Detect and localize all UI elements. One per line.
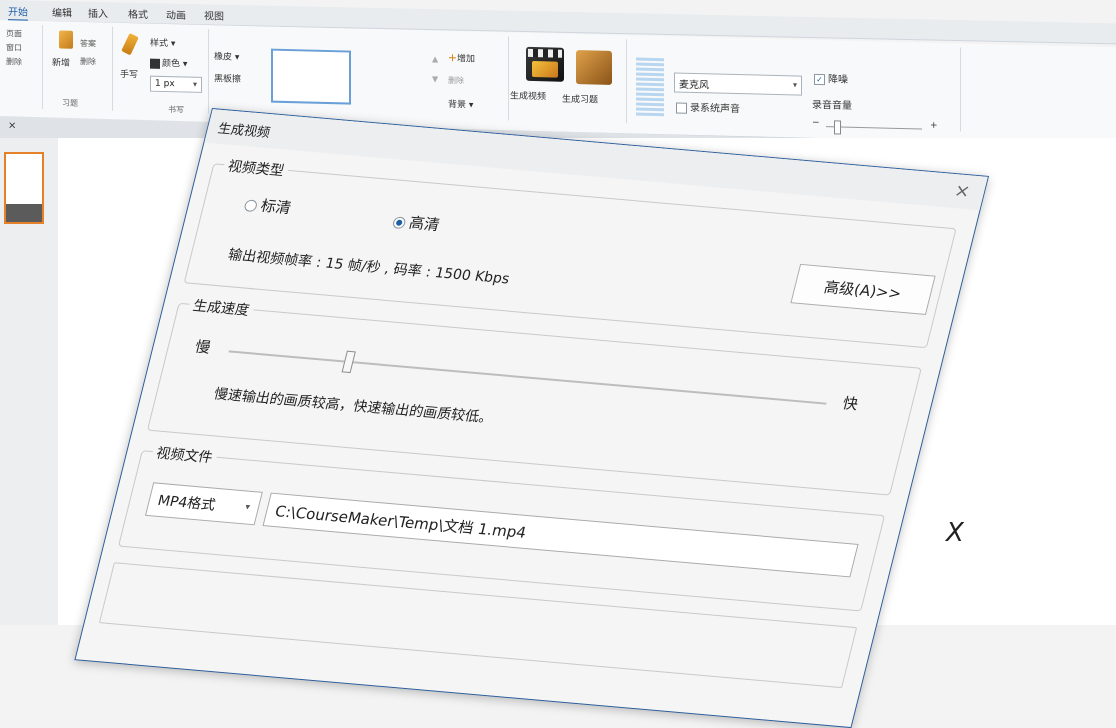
video-format-value: MP4格式 xyxy=(155,492,218,514)
slow-label: 慢 xyxy=(193,337,213,357)
background-button[interactable]: 背景 ▾ xyxy=(448,97,473,111)
ribbon-separator xyxy=(626,39,627,124)
radio-icon xyxy=(243,198,259,212)
writing-group-label: 书写 xyxy=(168,105,184,115)
sd-label: 标清 xyxy=(258,196,294,218)
color-label: 颜色 xyxy=(162,58,181,70)
volume-plus-button[interactable]: + xyxy=(930,121,938,131)
new-exercise-icon[interactable] xyxy=(56,27,76,51)
slide-preview[interactable] xyxy=(271,48,351,105)
add-page-label: 增加 xyxy=(457,54,476,65)
scroll-down-icon[interactable]: ▼ xyxy=(432,75,438,84)
chevron-down-icon: ▾ xyxy=(192,79,197,89)
ribbon-window-item[interactable]: 窗口 xyxy=(6,42,22,53)
dialog-title: 生成视频 xyxy=(216,121,272,141)
checkbox-icon xyxy=(676,102,687,114)
add-page-button[interactable]: ＋增加 xyxy=(448,51,475,65)
microphone-value: 麦克风 xyxy=(679,79,709,91)
pen-width-value: 1 xyxy=(155,78,161,89)
close-icon[interactable]: × xyxy=(952,180,972,202)
delete-page-button[interactable]: 删除 xyxy=(448,75,464,86)
blackboard-eraser-button[interactable]: 黑板擦 xyxy=(214,71,241,85)
new-exercise-button[interactable]: 新增 xyxy=(52,55,70,68)
checkmark-icon: ✓ xyxy=(814,73,825,85)
pen-width-select[interactable]: 1 px ▾ xyxy=(150,75,202,93)
clapperboard-icon[interactable] xyxy=(526,46,564,82)
advanced-button[interactable]: 高级(A)>> xyxy=(790,263,936,316)
audio-level-meter xyxy=(636,57,664,117)
volume-minus-button[interactable]: − xyxy=(812,118,820,128)
hd-label: 高清 xyxy=(407,213,442,235)
generate-video-dialog: 生成视频 × 视频类型 标清 高清 输出视频帧率 : 15 帧/秒 , 码率 :… xyxy=(74,108,990,728)
chevron-down-icon: ▾ xyxy=(243,502,251,513)
generate-exercise-button[interactable]: 生成习题 xyxy=(562,92,598,106)
canvas-text: X xyxy=(946,518,964,548)
video-path-input[interactable]: C:\CourseMaker\Temp\文档 1.mp4 xyxy=(262,492,859,578)
exercise-group-label: 习题 xyxy=(62,98,78,108)
pen-width-unit: px xyxy=(163,78,175,90)
radio-selected-icon xyxy=(391,215,407,229)
tab-view[interactable]: 视图 xyxy=(204,7,224,22)
pen-icon[interactable] xyxy=(121,31,139,57)
tab-insert[interactable]: 插入 xyxy=(88,5,108,20)
video-format-select[interactable]: MP4格式 ▾ xyxy=(144,482,263,526)
exercise-answer-button[interactable]: 答案 xyxy=(80,38,96,49)
ribbon-separator xyxy=(508,36,509,121)
record-volume-label: 录音音量 xyxy=(812,99,852,112)
video-file-legend: 视频文件 xyxy=(150,442,219,468)
color-swatch-icon xyxy=(150,58,160,69)
sd-radio[interactable]: 标清 xyxy=(243,193,294,218)
slide-thumbnail-panel xyxy=(0,138,59,625)
eraser-button[interactable]: 橡皮 ▾ xyxy=(214,49,239,63)
video-output-info: 输出视频帧率 : 15 帧/秒 , 码率 : 1500 Kbps xyxy=(226,247,512,288)
hd-radio[interactable]: 高清 xyxy=(391,210,442,235)
slide-thumbnail[interactable] xyxy=(4,152,44,224)
video-type-legend: 视频类型 xyxy=(221,155,291,181)
ribbon-separator xyxy=(208,29,209,114)
denoise-label: 降噪 xyxy=(828,74,848,86)
color-button[interactable]: 颜色 ▾ xyxy=(150,56,187,70)
style-button[interactable]: 样式 ▾ xyxy=(150,36,175,50)
ribbon-separator xyxy=(42,25,43,110)
eraser-label: 橡皮 xyxy=(214,52,233,63)
ribbon-page-item[interactable]: 页面 xyxy=(6,28,22,39)
ribbon-separator xyxy=(960,47,961,132)
record-system-sound-label: 录系统声音 xyxy=(690,102,740,116)
tab-format[interactable]: 格式 xyxy=(128,6,148,21)
style-label: 样式 xyxy=(150,38,169,50)
exercise-book-icon[interactable] xyxy=(576,50,612,85)
speed-hint: 慢速输出的画质较高，快速输出的画质较低。 xyxy=(211,386,495,427)
denoise-checkbox[interactable]: ✓ 降噪 xyxy=(814,70,848,86)
scroll-up-icon[interactable]: ▲ xyxy=(432,55,438,64)
handwrite-button[interactable]: 手写 xyxy=(120,67,138,80)
fast-label: 快 xyxy=(840,394,860,414)
ribbon-separator xyxy=(112,26,113,111)
generate-video-button[interactable]: 生成视频 xyxy=(510,88,546,102)
generate-speed-legend: 生成速度 xyxy=(186,294,256,321)
tab-animation[interactable]: 动画 xyxy=(166,6,186,21)
background-label: 背景 xyxy=(448,99,467,111)
microphone-select[interactable]: 麦克风 ▾ xyxy=(674,72,802,96)
close-document-icon[interactable]: × xyxy=(8,120,16,131)
tab-home[interactable]: 开始 xyxy=(8,3,28,22)
ribbon-delete-item[interactable]: 删除 xyxy=(6,56,22,67)
tab-edit[interactable]: 编辑 xyxy=(52,4,72,19)
record-system-sound-checkbox[interactable]: 录系统声音 xyxy=(676,99,740,116)
chevron-down-icon: ▾ xyxy=(792,80,797,90)
volume-slider-thumb[interactable] xyxy=(834,120,841,135)
exercise-delete-button[interactable]: 删除 xyxy=(80,56,96,67)
plus-icon: ＋ xyxy=(448,53,458,65)
